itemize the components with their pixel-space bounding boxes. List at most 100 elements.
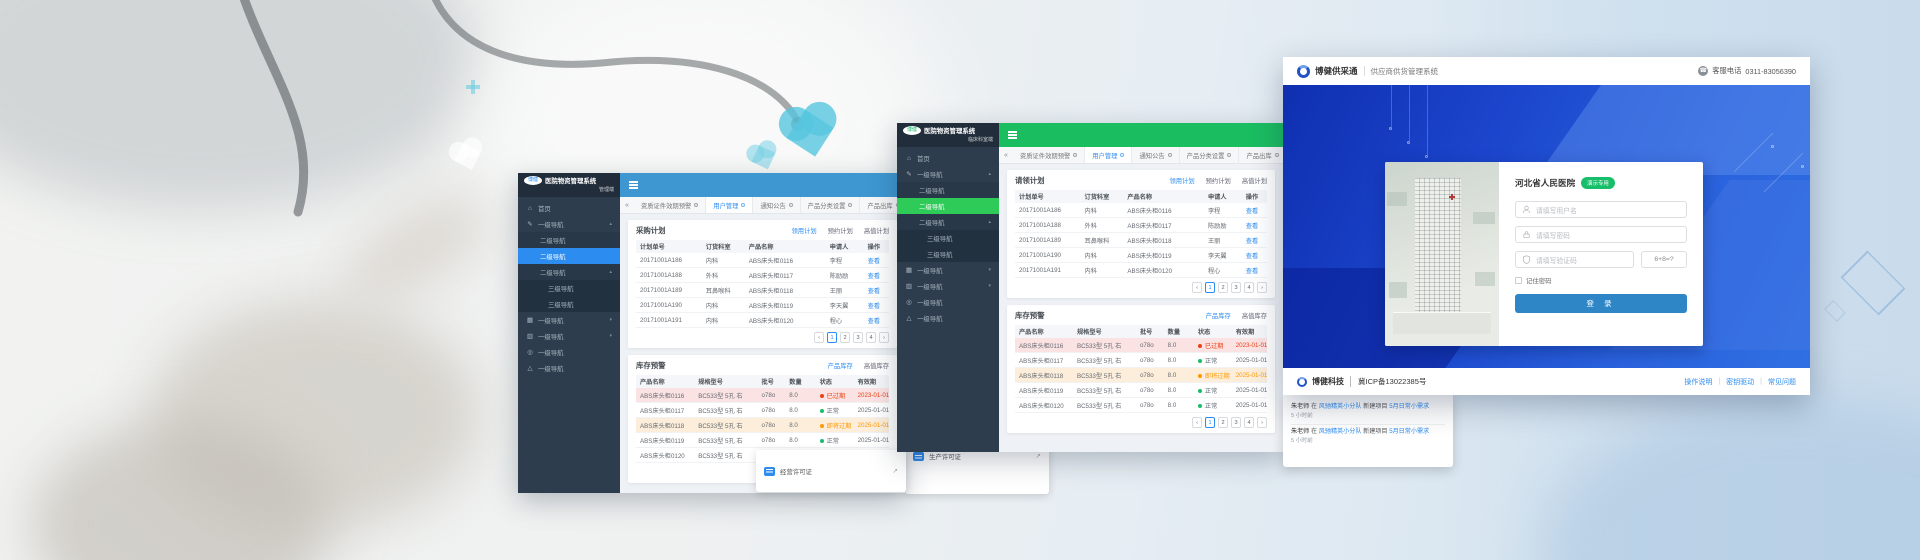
- login-button[interactable]: 登 录: [1515, 294, 1687, 313]
- card-link[interactable]: 高值库存: [1242, 311, 1267, 320]
- cell: ABS床头柜0119: [1123, 251, 1204, 260]
- card-link[interactable]: 高值计划: [864, 226, 889, 235]
- tab-item[interactable]: 资质证件效期预警: [1013, 147, 1085, 163]
- view-link[interactable]: 查看: [868, 273, 880, 280]
- view-link[interactable]: 查看: [868, 303, 880, 310]
- pagination-page[interactable]: 1: [1205, 417, 1215, 428]
- pagination-next[interactable]: ›: [1257, 417, 1267, 428]
- sidebar-item[interactable]: ⌂首页: [518, 200, 620, 216]
- tab-item[interactable]: 产品出库: [1239, 147, 1283, 163]
- captcha-image[interactable]: 6+8=?: [1641, 251, 1687, 268]
- pagination-page[interactable]: 4: [1244, 417, 1254, 428]
- card-link[interactable]: 产品库存: [828, 361, 853, 370]
- feed-link[interactable]: 5月日常小需求: [1389, 428, 1429, 435]
- pagination-prev[interactable]: ‹: [1192, 417, 1202, 428]
- sidebar-item[interactable]: ⌂首页: [897, 150, 999, 166]
- sidebar-item[interactable]: 二级导航▴: [897, 214, 999, 230]
- sidebar-item-label: 二级导航: [919, 202, 945, 211]
- feed-link[interactable]: 5月日常小需求: [1389, 403, 1429, 410]
- footer-link[interactable]: 密钥驱动: [1726, 377, 1754, 387]
- pagination-page[interactable]: 4: [1244, 282, 1254, 293]
- tab-item[interactable]: 资质证件效期预警: [634, 197, 706, 213]
- view-link[interactable]: 查看: [1246, 268, 1258, 275]
- pagination-page[interactable]: 3: [1231, 417, 1241, 428]
- view-link[interactable]: 查看: [1246, 223, 1258, 230]
- table-row: 20171001A189耳鼻喉科ABS床头柜0118王丽查看: [636, 283, 889, 298]
- brand-logo-icon: [1297, 65, 1310, 78]
- sidebar-item[interactable]: 三级导航: [518, 296, 620, 312]
- pagination-next[interactable]: ›: [1257, 282, 1267, 293]
- tab-item[interactable]: 产品分类设置: [1180, 147, 1240, 163]
- sidebar-item[interactable]: ✎一级导航▴: [518, 216, 620, 232]
- card-link[interactable]: 产品库存: [1206, 311, 1231, 320]
- tab-active[interactable]: 用户管理: [1085, 147, 1132, 163]
- password-input[interactable]: 请填写密码: [1515, 226, 1687, 243]
- pagination-page[interactable]: 1: [827, 332, 837, 343]
- sidebar-item[interactable]: ◎一级导航: [518, 344, 620, 360]
- sidebar-item[interactable]: ▥一级导航▾: [897, 278, 999, 294]
- pagination-page[interactable]: 3: [853, 332, 863, 343]
- tab-item[interactable]: 通知公告: [753, 197, 800, 213]
- certificate-card[interactable]: 经营许可证 ↗: [756, 450, 906, 492]
- view-link[interactable]: 查看: [868, 288, 880, 295]
- pagination-page[interactable]: 2: [1218, 417, 1228, 428]
- sidebar-item[interactable]: 三级导航: [518, 280, 620, 296]
- captcha-input[interactable]: 请填写验证码: [1515, 251, 1634, 268]
- pagination-next[interactable]: ›: [879, 332, 889, 343]
- pagination-page[interactable]: 3: [1231, 282, 1241, 293]
- view-link[interactable]: 查看: [868, 318, 880, 325]
- collapse-tabs-icon[interactable]: «: [620, 202, 634, 209]
- card-link[interactable]: 高值计划: [1242, 176, 1267, 185]
- collapse-tabs-icon[interactable]: «: [999, 152, 1013, 159]
- remember-checkbox[interactable]: [1515, 277, 1522, 284]
- footer-link[interactable]: 操作说明: [1684, 377, 1712, 387]
- sidebar-item[interactable]: 二级导航: [897, 182, 999, 198]
- pagination-page[interactable]: 2: [1218, 282, 1228, 293]
- sidebar-item[interactable]: ▥一级导航▾: [518, 328, 620, 344]
- pagination-prev[interactable]: ‹: [1192, 282, 1202, 293]
- view-link[interactable]: 查看: [1246, 253, 1258, 260]
- sidebar-item[interactable]: △一级导航: [518, 360, 620, 376]
- username-input[interactable]: 请填写用户名: [1515, 201, 1687, 218]
- tab-item[interactable]: 通知公告: [1132, 147, 1179, 163]
- footer-link[interactable]: 常见问题: [1768, 377, 1796, 387]
- pagination-prev[interactable]: ‹: [814, 332, 824, 343]
- tab-item[interactable]: 产品分类设置: [801, 197, 861, 213]
- feed-timestamp: 5 小时前: [1291, 437, 1445, 446]
- pagination-page[interactable]: 4: [866, 332, 876, 343]
- sidebar-item[interactable]: 三级导航: [897, 246, 999, 262]
- sidebar-item[interactable]: 二级导航: [518, 248, 620, 264]
- sidebar-item[interactable]: ▦一级导航▾: [518, 312, 620, 328]
- open-icon[interactable]: ↗: [1036, 452, 1041, 460]
- sidebar-item[interactable]: 三级导航: [897, 230, 999, 246]
- card-link[interactable]: 领用计划: [791, 226, 816, 235]
- sidebar-item[interactable]: 二级导航: [518, 232, 620, 248]
- view-link[interactable]: 查看: [1246, 208, 1258, 215]
- card-link[interactable]: 高值库存: [864, 361, 889, 370]
- sidebar-item[interactable]: 二级导航▴: [518, 264, 620, 280]
- sidebar-item[interactable]: ◎一级导航: [897, 294, 999, 310]
- pagination-page[interactable]: 1: [1205, 282, 1215, 293]
- card-link[interactable]: 预约计划: [828, 226, 853, 235]
- app-logo-area: 博健 医院物资管理系统 临床科室端: [897, 123, 999, 147]
- menu-toggle-icon[interactable]: [1008, 130, 1017, 141]
- pagination-page[interactable]: 2: [840, 332, 850, 343]
- card-link[interactable]: 领用计划: [1169, 176, 1194, 185]
- top-bar: 博健 医院物资管理系统 管理端: [518, 173, 905, 197]
- cell: ABS床头柜0117: [745, 271, 826, 280]
- icp-number[interactable]: 冀ICP备13022385号: [1350, 376, 1426, 387]
- sidebar-item[interactable]: 二级导航: [897, 198, 999, 214]
- open-icon[interactable]: ↗: [893, 467, 898, 475]
- tab-active[interactable]: 用户管理: [706, 197, 753, 213]
- divider: [1364, 66, 1365, 76]
- feed-link[interactable]: 风驰精英小分队: [1319, 428, 1362, 435]
- sidebar-item[interactable]: ✎一级导航▴: [897, 166, 999, 182]
- sidebar-item[interactable]: △一级导航: [897, 310, 999, 326]
- view-link[interactable]: 查看: [1246, 238, 1258, 245]
- feed-link[interactable]: 风驰精英小分队: [1319, 403, 1362, 410]
- view-link[interactable]: 查看: [868, 258, 880, 265]
- status-dot-icon: [1198, 359, 1202, 363]
- menu-toggle-icon[interactable]: [629, 180, 638, 191]
- sidebar-item[interactable]: ▦一级导航▾: [897, 262, 999, 278]
- card-link[interactable]: 预约计划: [1206, 176, 1231, 185]
